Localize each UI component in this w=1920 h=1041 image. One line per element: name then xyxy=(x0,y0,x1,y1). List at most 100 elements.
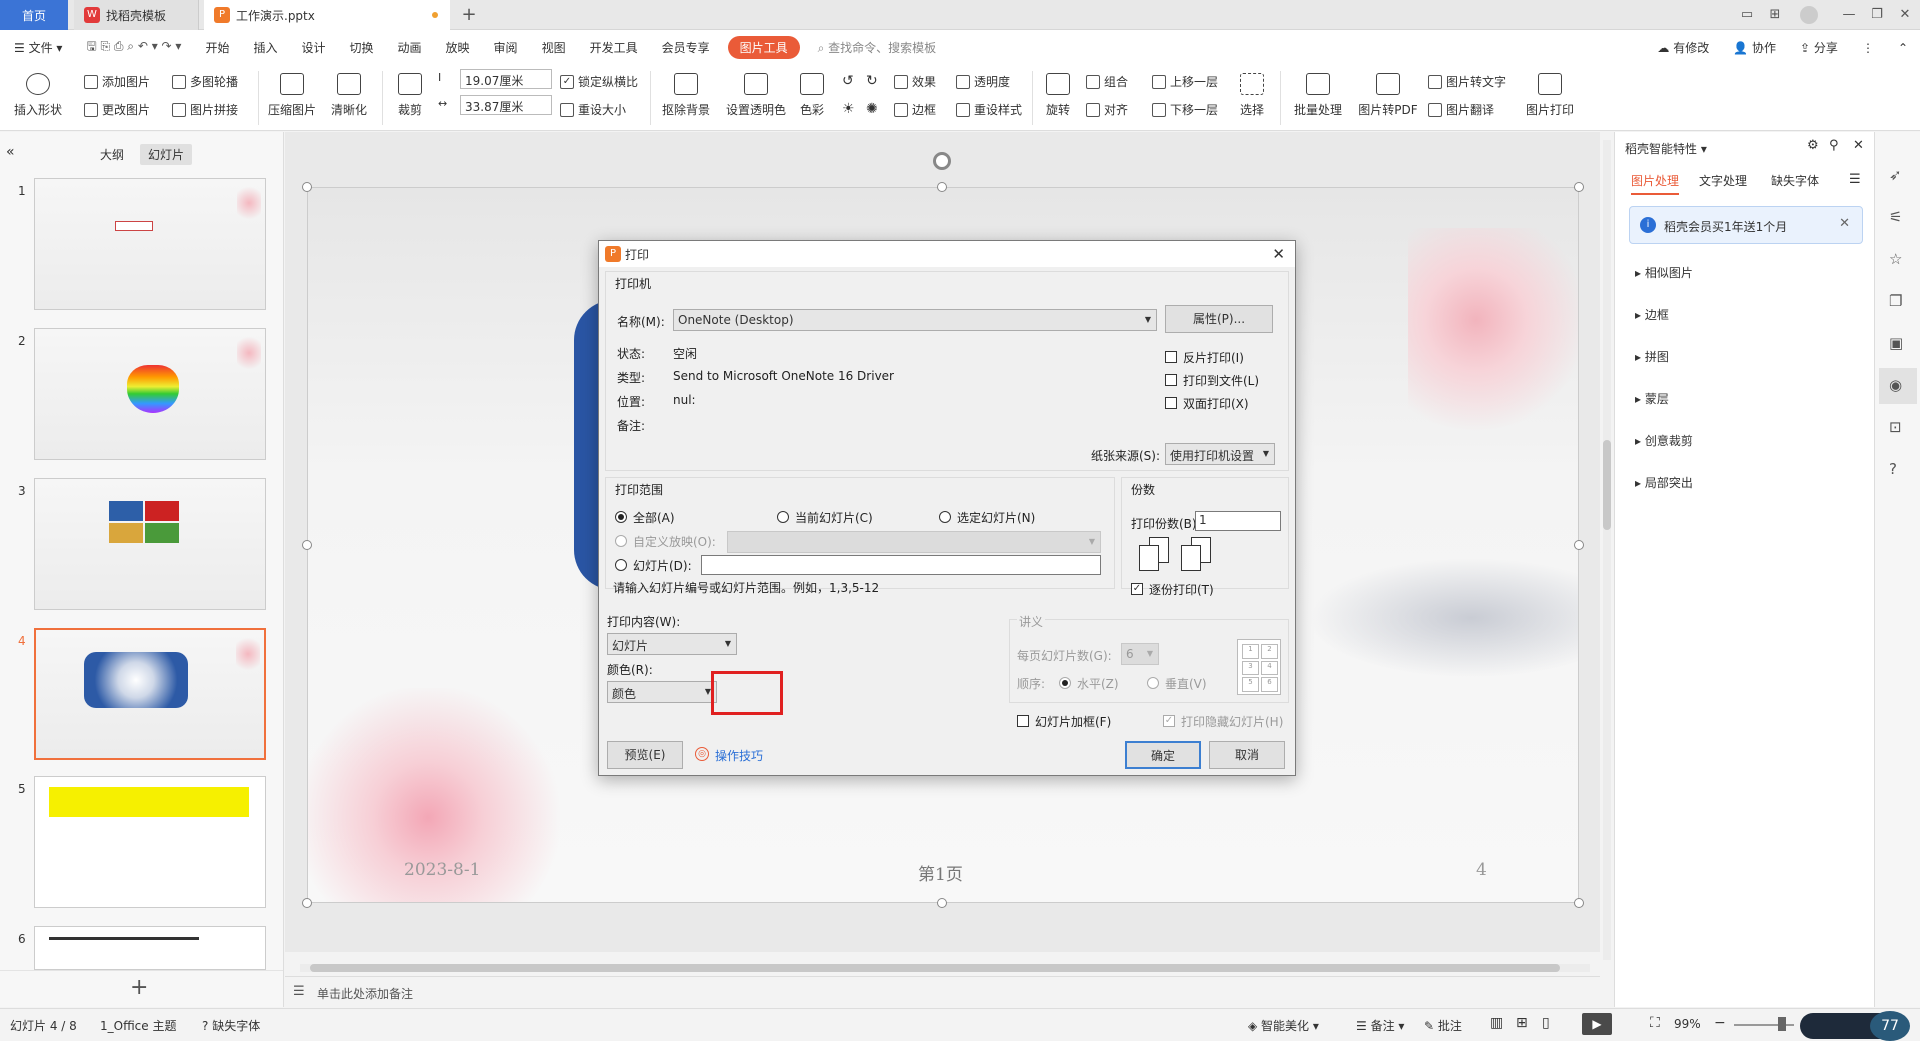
sorter-view-icon[interactable]: ⊞ xyxy=(1516,1015,1528,1031)
menu-member[interactable]: 会员专享 xyxy=(650,39,722,56)
align-button[interactable]: 对齐 xyxy=(1086,101,1128,118)
play-slideshow-button[interactable]: ▶ xyxy=(1582,1013,1612,1035)
content-select[interactable]: 幻灯片 ▼ xyxy=(607,633,737,655)
smart-beautify-button[interactable]: ◈ 智能美化 ▾ xyxy=(1248,1017,1319,1034)
paper-source-select[interactable]: 使用打印机设置 ▼ xyxy=(1165,443,1275,465)
reset-style-button[interactable]: 重设样式 xyxy=(956,101,1022,118)
resize-handle[interactable] xyxy=(1574,182,1584,192)
custom-show-select[interactable]: ▼ xyxy=(727,531,1101,553)
menu-icon[interactable]: ☰ xyxy=(1849,172,1861,187)
scrollbar-thumb[interactable] xyxy=(310,964,1560,972)
send-backward-button[interactable]: 下移一层 xyxy=(1152,101,1218,118)
feature-similar-pictures[interactable]: ▸ 相似图片 xyxy=(1635,264,1693,281)
menu-slideshow[interactable]: 放映 xyxy=(434,39,482,56)
tab-find-template[interactable]: W 找稻壳模板 xyxy=(74,0,199,30)
feature-local-highlight[interactable]: ▸ 局部突出 xyxy=(1635,474,1693,491)
menu-insert[interactable]: 插入 xyxy=(241,39,289,56)
contrast-icon[interactable]: ☀ xyxy=(842,101,855,117)
multi-carousel-button[interactable]: 多图轮播 xyxy=(172,73,238,90)
add-picture-button[interactable]: 添加图片 xyxy=(84,73,150,90)
width-field[interactable]: 33.87厘米 xyxy=(460,95,552,115)
scrollbar-thumb[interactable] xyxy=(1603,440,1611,530)
clarify-button[interactable]: 清晰化 xyxy=(326,73,372,118)
menu-animation[interactable]: 动画 xyxy=(386,39,434,56)
properties-button[interactable]: 属性(P)... xyxy=(1165,305,1273,333)
transparency-button[interactable]: 透明度 xyxy=(956,73,1010,90)
menu-file[interactable]: ☰ 文件 ▾ xyxy=(0,39,74,56)
notes-bar[interactable]: ☰ 单击此处添加备注 xyxy=(285,976,1600,1007)
tab-home[interactable]: 首页 xyxy=(0,0,68,30)
batch-button[interactable]: 批量处理 xyxy=(1290,73,1346,118)
preview-button[interactable]: 预览(E) xyxy=(607,741,683,769)
effects-button[interactable]: 效果 xyxy=(894,73,936,90)
menu-review[interactable]: 审阅 xyxy=(482,39,530,56)
horizontal-scrollbar[interactable] xyxy=(300,964,1590,972)
comments-button[interactable]: ✎ 批注 xyxy=(1424,1017,1462,1034)
tab-picture-processing[interactable]: 图片处理 xyxy=(1631,172,1680,195)
notes-toggle-button[interactable]: ☰ 备注 ▾ xyxy=(1356,1017,1404,1034)
close-panel-icon[interactable]: ✕ xyxy=(1853,138,1864,153)
translate-button[interactable]: 图片翻译 xyxy=(1428,101,1494,118)
compress-button[interactable]: 压缩图片 xyxy=(266,73,318,118)
range-selection-radio[interactable] xyxy=(939,511,951,523)
order-horizontal-radio[interactable] xyxy=(1059,677,1071,689)
menu-transition[interactable]: 切换 xyxy=(338,39,386,56)
slide-thumbnail-5[interactable] xyxy=(34,776,266,908)
rotate-handle-icon[interactable] xyxy=(933,152,951,170)
image-tool-icon[interactable]: ▣ xyxy=(1889,334,1903,352)
pin-icon[interactable]: ⚲ xyxy=(1829,138,1839,153)
zoom-level[interactable]: 99% xyxy=(1674,1017,1701,1031)
to-text-button[interactable]: 图片转文字 xyxy=(1428,73,1506,90)
collaborate-button[interactable]: 👤 协作 xyxy=(1721,39,1788,56)
close-window-icon[interactable]: ✕ xyxy=(1896,6,1914,24)
per-page-select[interactable]: 6 ▼ xyxy=(1121,643,1159,665)
quick-access-icons[interactable]: 🖫 ⎘ ⎙ ⌕ ↶ ▾ ↷ ▾ xyxy=(74,37,193,58)
order-vertical-radio[interactable] xyxy=(1147,677,1159,689)
banner-close-icon[interactable]: ✕ xyxy=(1839,216,1850,231)
command-search[interactable]: ⌕ 查找命令、搜索模板 xyxy=(806,39,949,56)
ok-button[interactable]: 确定 xyxy=(1125,741,1201,769)
sliders-icon[interactable]: ⚟ xyxy=(1889,208,1902,226)
picture-collage-button[interactable]: 图片拼接 xyxy=(172,101,238,118)
grid-apps-icon[interactable]: ⊞ xyxy=(1766,6,1784,24)
normal-view-icon[interactable]: ▥ xyxy=(1490,1015,1503,1031)
slides-range-input[interactable] xyxy=(701,555,1101,575)
lock-ratio-checkbox[interactable]: ✓ 锁定纵横比 xyxy=(560,73,638,90)
zoom-out-icon[interactable]: − xyxy=(1714,1015,1726,1031)
rotate-right-icon[interactable]: ↻ xyxy=(866,73,878,89)
slide-thumbnail-6[interactable] xyxy=(34,926,266,970)
reset-size-button[interactable]: 重设大小 xyxy=(560,101,626,118)
change-picture-button[interactable]: 更改图片 xyxy=(84,101,150,118)
panel-title[interactable]: 稻壳智能特性 ▾ xyxy=(1625,140,1707,157)
collapse-panel-icon[interactable]: « xyxy=(6,144,15,160)
member-banner[interactable]: i 稻壳会员买1年送1个月 ✕ xyxy=(1629,206,1863,244)
resize-handle[interactable] xyxy=(302,182,312,192)
star-icon[interactable]: ☆ xyxy=(1889,250,1902,268)
height-field[interactable]: 19.07厘米 xyxy=(460,69,552,89)
menu-picture-tools[interactable]: 图片工具 xyxy=(727,36,800,59)
slide-thumbnail-4[interactable] xyxy=(34,628,266,760)
feature-mask[interactable]: ▸ 蒙层 xyxy=(1635,390,1669,407)
slides-radio[interactable] xyxy=(615,559,627,571)
group-button[interactable]: 组合 xyxy=(1086,73,1128,90)
reading-view-icon[interactable]: ▯ xyxy=(1542,1015,1550,1031)
notes-placeholder[interactable]: 单击此处添加备注 xyxy=(317,985,413,1002)
resize-handle[interactable] xyxy=(1574,898,1584,908)
new-tab-button[interactable]: + xyxy=(460,6,478,24)
more-menu-icon[interactable]: ⋮ xyxy=(1850,41,1886,55)
resize-handle[interactable] xyxy=(937,182,947,192)
tab-missing-font[interactable]: 缺失字体 xyxy=(1771,172,1819,189)
zoom-slider-thumb[interactable] xyxy=(1778,1017,1786,1031)
menu-view[interactable]: 视图 xyxy=(530,39,578,56)
border-button[interactable]: 边框 xyxy=(894,101,936,118)
fit-window-icon[interactable]: ⛶ xyxy=(1650,1015,1660,1031)
feature-puzzle[interactable]: ▸ 拼图 xyxy=(1635,348,1669,365)
insert-shape-button[interactable]: 插入形状 xyxy=(10,73,66,118)
has-changes-button[interactable]: ☁ 有修改 xyxy=(1645,39,1721,56)
copies-input[interactable]: 1 xyxy=(1195,511,1281,531)
settings-icon[interactable]: ⚙ xyxy=(1807,138,1819,153)
minimize-icon[interactable]: — xyxy=(1840,6,1858,24)
print-hidden-checkbox[interactable]: ✓ xyxy=(1163,715,1175,727)
brightness-icon[interactable]: ✺ xyxy=(866,101,878,117)
resize-handle[interactable] xyxy=(302,540,312,550)
